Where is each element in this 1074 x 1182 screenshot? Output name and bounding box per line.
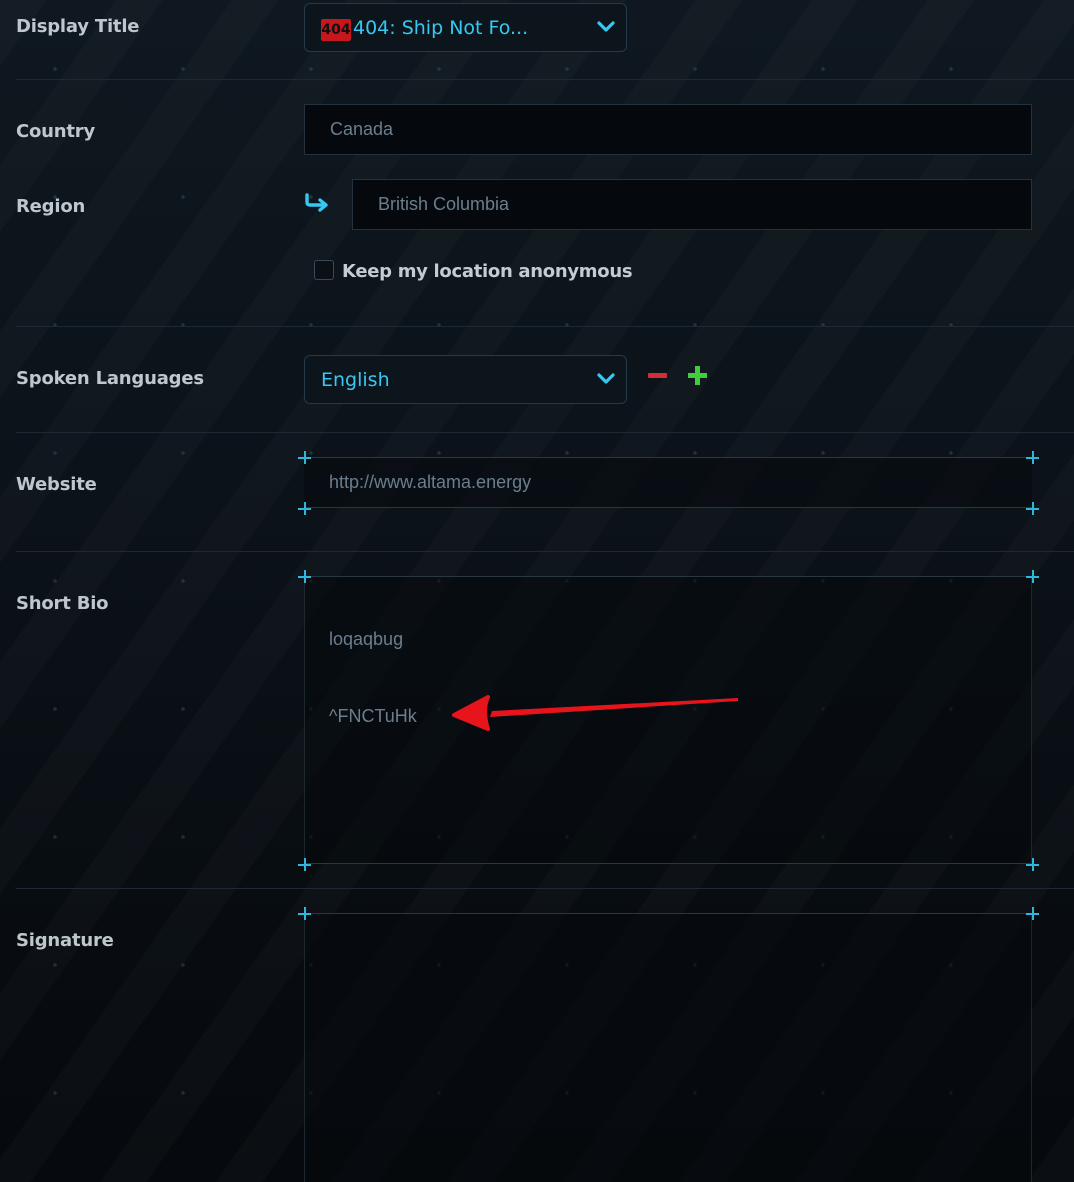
- divider: [16, 551, 1074, 552]
- short-bio-label: Short Bio: [16, 593, 109, 614]
- region-value: British Columbia: [378, 194, 510, 214]
- display-title-label: Display Title: [16, 16, 140, 37]
- display-title-select[interactable]: 404 404: Ship Not Fo...: [304, 3, 627, 52]
- website-field[interactable]: http://www.altama.energy: [304, 457, 1032, 508]
- annotation-arrow: [452, 695, 738, 731]
- frame-corner: [1026, 907, 1039, 920]
- frame-corner: [1026, 570, 1039, 583]
- divider: [16, 326, 1074, 327]
- website-value: http://www.altama.energy: [329, 472, 532, 492]
- frame-corner: [298, 570, 311, 583]
- frame-corner: [1026, 502, 1039, 515]
- remove-language-button[interactable]: [648, 373, 667, 378]
- frame-corner: [298, 858, 311, 871]
- country-label: Country: [16, 121, 96, 142]
- bio-line: loqaqbug: [329, 629, 404, 649]
- country-field[interactable]: Canada: [304, 104, 1032, 155]
- anonymous-checkbox[interactable]: [314, 260, 334, 280]
- signature-label: Signature: [16, 930, 114, 951]
- signature-textarea[interactable]: [304, 913, 1032, 1182]
- spoken-languages-label: Spoken Languages: [16, 368, 204, 389]
- frame-corner: [1026, 858, 1039, 871]
- return-arrow-icon: [305, 193, 328, 212]
- country-value: Canada: [330, 119, 394, 139]
- divider: [16, 79, 1074, 80]
- bio-line: ^FNCTuHk: [329, 706, 417, 726]
- frame-corner: [298, 907, 311, 920]
- anonymous-label: Keep my location anonymous: [342, 261, 633, 282]
- divider: [16, 888, 1074, 889]
- region-label: Region: [16, 196, 86, 217]
- frame-corner: [298, 502, 311, 515]
- chevron-down-icon: [597, 372, 615, 384]
- frame-corner: [1026, 451, 1039, 464]
- chevron-down-icon: [597, 20, 615, 32]
- spoken-language-select[interactable]: English: [304, 355, 627, 404]
- spoken-language-value: English: [321, 368, 390, 391]
- add-language-button[interactable]: [687, 365, 708, 386]
- divider: [16, 432, 1074, 433]
- display-title-value: 404: Ship Not Fo...: [353, 16, 529, 39]
- website-label: Website: [16, 474, 97, 495]
- title-badge-icon: 404: [321, 19, 351, 41]
- frame-corner: [298, 451, 311, 464]
- region-field[interactable]: British Columbia: [352, 179, 1032, 230]
